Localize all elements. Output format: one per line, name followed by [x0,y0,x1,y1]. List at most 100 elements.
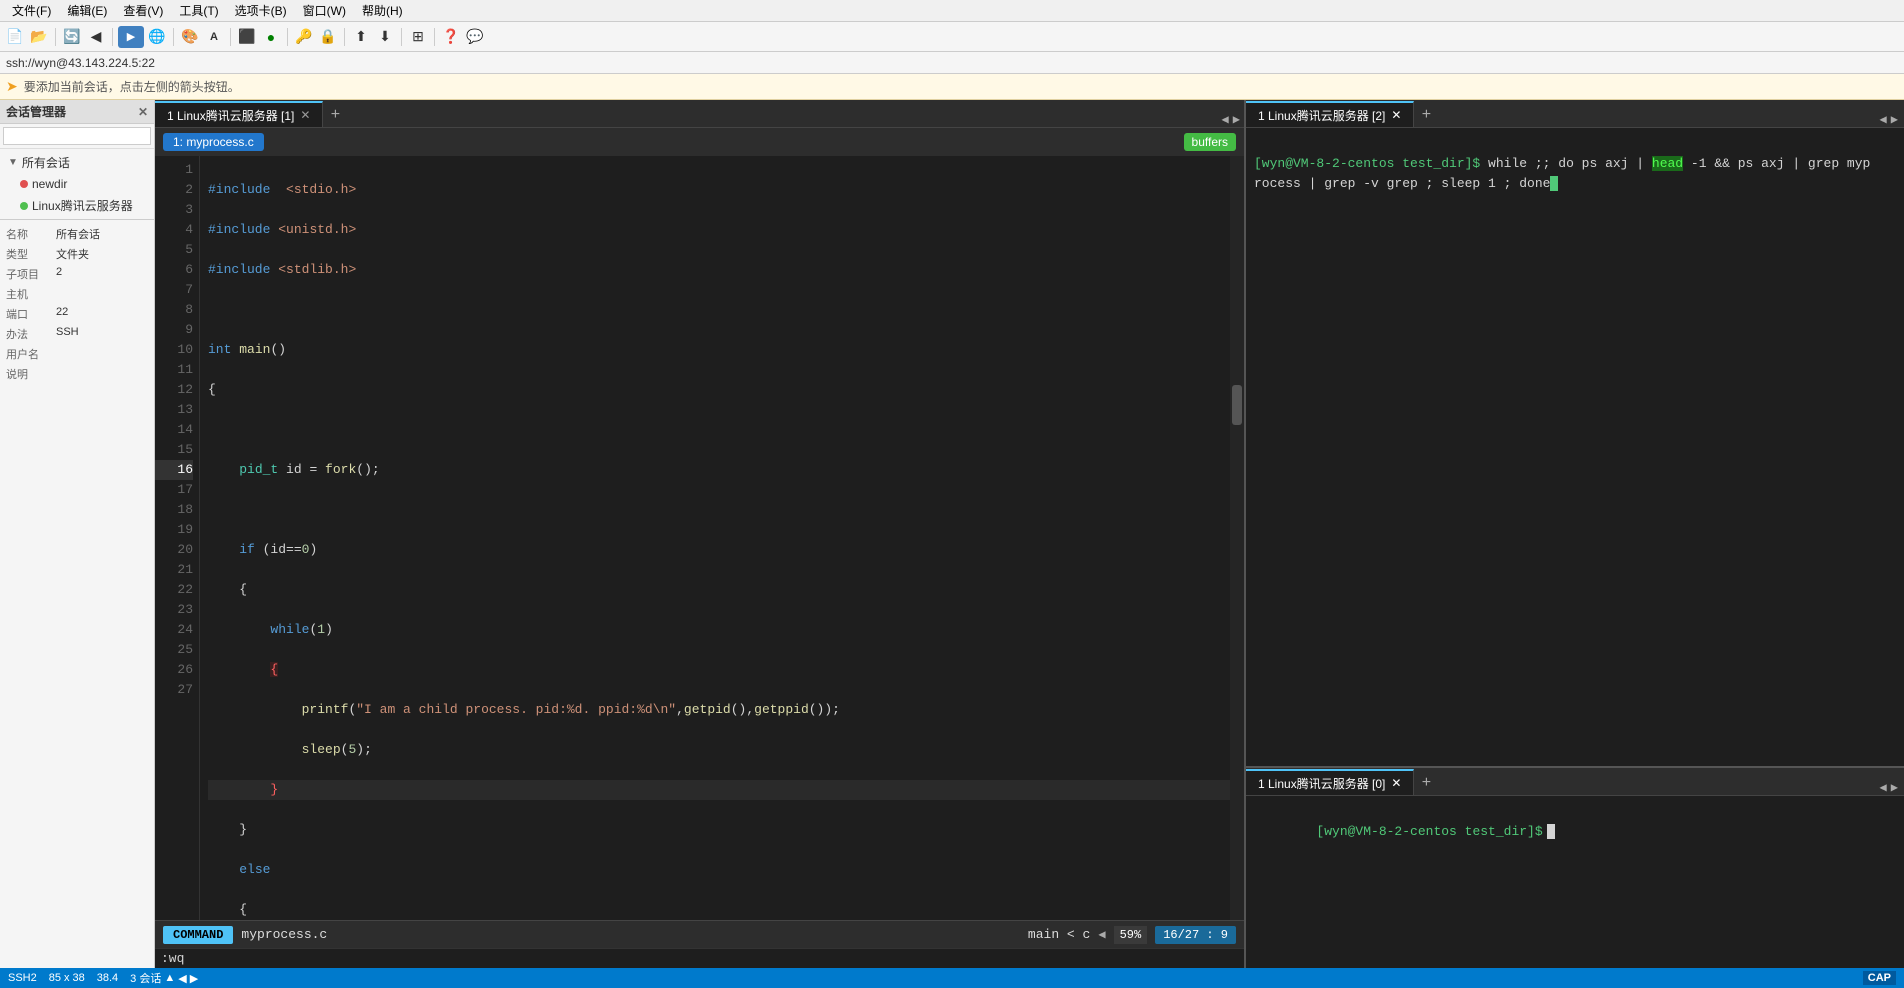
term-bottom-content[interactable]: [wyn@VM-8-2-centos test_dir]$ [1246,796,1904,968]
bottom-status: SSH2 85 x 38 38.4 3 会话 ▲ ◀ ▶ CAP [0,968,1904,988]
status-cursor-pos: 38.4 [97,972,118,984]
position-status: 16/27 : 9 [1155,926,1236,944]
info-text: 要添加当前会话，点击左侧的箭头按钮。 [24,78,240,95]
term-bottom-next-icon[interactable]: ▶ [1891,780,1898,795]
toolbar-record[interactable]: ● [260,26,282,48]
term-top-next-icon[interactable]: ▶ [1891,112,1898,127]
toolbar-key[interactable]: 🔑 [293,26,315,48]
prop-host-label: 主机 [6,286,56,302]
term-bottom-tab-close[interactable]: ✕ [1391,776,1401,790]
status-right: CAP [1863,971,1896,985]
code-line-2: #include <unistd.h> [208,220,1230,240]
term-bottom-prev-icon[interactable]: ◀ [1880,780,1887,795]
editor-tab-close[interactable]: ✕ [300,108,310,122]
menu-bar: 文件(F) 编辑(E) 查看(V) 工具(T) 选项卡(B) 窗口(W) 帮助(… [0,0,1904,22]
editor-tab-1[interactable]: 1 Linux腾讯云服务器 [1] ✕ [155,101,323,127]
toolbar-chat[interactable]: 💬 [464,26,486,48]
editor-tabs: 1 Linux腾讯云服务器 [1] ✕ + ◀ ▶ [155,100,1244,128]
tab-add-button[interactable]: + [323,103,347,127]
sidebar-linux-label: Linux腾讯云服务器 [32,197,133,214]
sidebar-search-input[interactable] [3,127,151,145]
status-bar: COMMAND myprocess.c main < c ◀ 59% 16/27… [155,920,1244,948]
menu-help[interactable]: 帮助(H) [354,0,411,21]
status-ssh: SSH2 [8,972,37,984]
term-top-tab-1[interactable]: 1 Linux腾讯云服务器 [2] ✕ [1246,101,1414,127]
cols-value: 85 [49,972,61,984]
sidebar-header: 会话管理器 ✕ [0,100,154,124]
menu-edit[interactable]: 编辑(E) [59,0,115,21]
term-top-tabs: 1 Linux腾讯云服务器 [2] ✕ + ◀ ▶ [1246,100,1904,128]
toolbar-globe[interactable]: 🌐 [146,26,168,48]
arrow-icon: ▼ [8,157,18,168]
toolbar-color[interactable]: 🎨 [179,26,201,48]
filename-status: myprocess.c [241,927,327,942]
term-top-nav[interactable]: ◀ ▶ [1880,112,1904,127]
toolbar-back[interactable]: ◀ [85,26,107,48]
prop-name-label: 名称 [6,226,56,242]
toolbar-connect[interactable]: ▶ [118,26,144,48]
prop-desc-label: 说明 [6,366,56,382]
menu-view[interactable]: 查看(V) [115,0,171,21]
tab-next-icon[interactable]: ▶ [1233,112,1240,127]
term-bottom-tab-add[interactable]: + [1414,771,1438,795]
prop-sub-label: 子项目 [6,266,56,282]
buffers-button[interactable]: buffers [1184,133,1236,151]
sidebar-item-all-sessions[interactable]: ▼ 所有会话 [0,151,154,174]
sidebar-search-container [0,124,154,149]
term-top-tab-close[interactable]: ✕ [1391,108,1401,122]
session-arrow-left[interactable]: ◀ [178,972,186,985]
toolbar-open[interactable]: 📂 [28,26,50,48]
term-top-cmd1: while ;; do ps axj | [1480,156,1652,171]
code-editor[interactable]: 1: myprocess.c buffers 1 2 3 4 5 6 7 8 9 [155,128,1244,968]
menu-tools[interactable]: 工具(T) [171,0,226,21]
prop-port-label: 端口 [6,306,56,322]
ssh-bar: ssh://wyn@43.143.224.5:22 [0,52,1904,74]
func-status: main < c [1028,927,1090,942]
prop-port: 端口 22 [0,304,154,324]
cap-badge: CAP [1863,971,1896,985]
editor-scrollbar-thumb[interactable] [1232,385,1242,425]
menu-window[interactable]: 窗口(W) [295,0,354,21]
sidebar: 会话管理器 ✕ ▼ 所有会话 newdir Linux腾讯云服务器 名称 所有会… [0,100,155,968]
progress-arrow-left[interactable]: ◀ [1098,927,1105,942]
term-bottom-nav[interactable]: ◀ ▶ [1880,780,1904,795]
sidebar-close-icon[interactable]: ✕ [138,105,148,119]
ssh-protocol: SSH2 [8,972,37,984]
toolbar-lock[interactable]: 🔒 [317,26,339,48]
sidebar-item-linux[interactable]: Linux腾讯云服务器 [0,194,154,217]
session-arrow-up[interactable]: ▲ [164,972,175,984]
term-top-line2: rocess | grep -v grep ; sleep 1 ; done [1254,176,1550,191]
code-line-6: { [208,380,1230,400]
toolbar-sep2 [112,28,113,46]
toolbar-sep5 [287,28,288,46]
toolbar-upload[interactable]: ⬆ [350,26,372,48]
prop-type-value: 文件夹 [56,246,89,262]
prop-type-label: 类型 [6,246,56,262]
toolbar-refresh[interactable]: 🔄 [61,26,83,48]
prop-name: 名称 所有会话 [0,224,154,244]
code-line-16: } [208,780,1230,800]
status-dot-green [20,202,28,210]
tab-nav[interactable]: ◀ ▶ [1222,112,1240,127]
code-content[interactable]: 1 2 3 4 5 6 7 8 9 10 11 12 13 14 [155,156,1230,920]
tab-prev-icon[interactable]: ◀ [1222,112,1229,127]
session-arrow-right[interactable]: ▶ [190,972,198,985]
term-top-prev-icon[interactable]: ◀ [1880,112,1887,127]
code-line-9 [208,500,1230,520]
prop-type: 类型 文件夹 [0,244,154,264]
term-top-content[interactable]: [wyn@VM-8-2-centos test_dir]$ while ;; d… [1246,128,1904,766]
menu-file[interactable]: 文件(F) [4,0,59,21]
sidebar-item-newdir[interactable]: newdir [0,174,154,194]
term-top-tab-add[interactable]: + [1414,103,1438,127]
editor-scrollbar[interactable] [1230,156,1244,920]
progress-status: 59% [1114,926,1148,944]
toolbar-download[interactable]: ⬇ [374,26,396,48]
toolbar-help[interactable]: ❓ [440,26,462,48]
toolbar-stop[interactable]: ⬛ [236,26,258,48]
menu-tabs[interactable]: 选项卡(B) [227,0,295,21]
term-bottom-tab-1[interactable]: 1 Linux腾讯云服务器 [0] ✕ [1246,769,1414,795]
term-top-cmd2: -1 && ps axj | grep myp [1683,156,1870,171]
toolbar-font[interactable]: A [203,26,225,48]
toolbar-new[interactable]: 📄 [4,26,26,48]
toolbar-grid[interactable]: ⊞ [407,26,429,48]
